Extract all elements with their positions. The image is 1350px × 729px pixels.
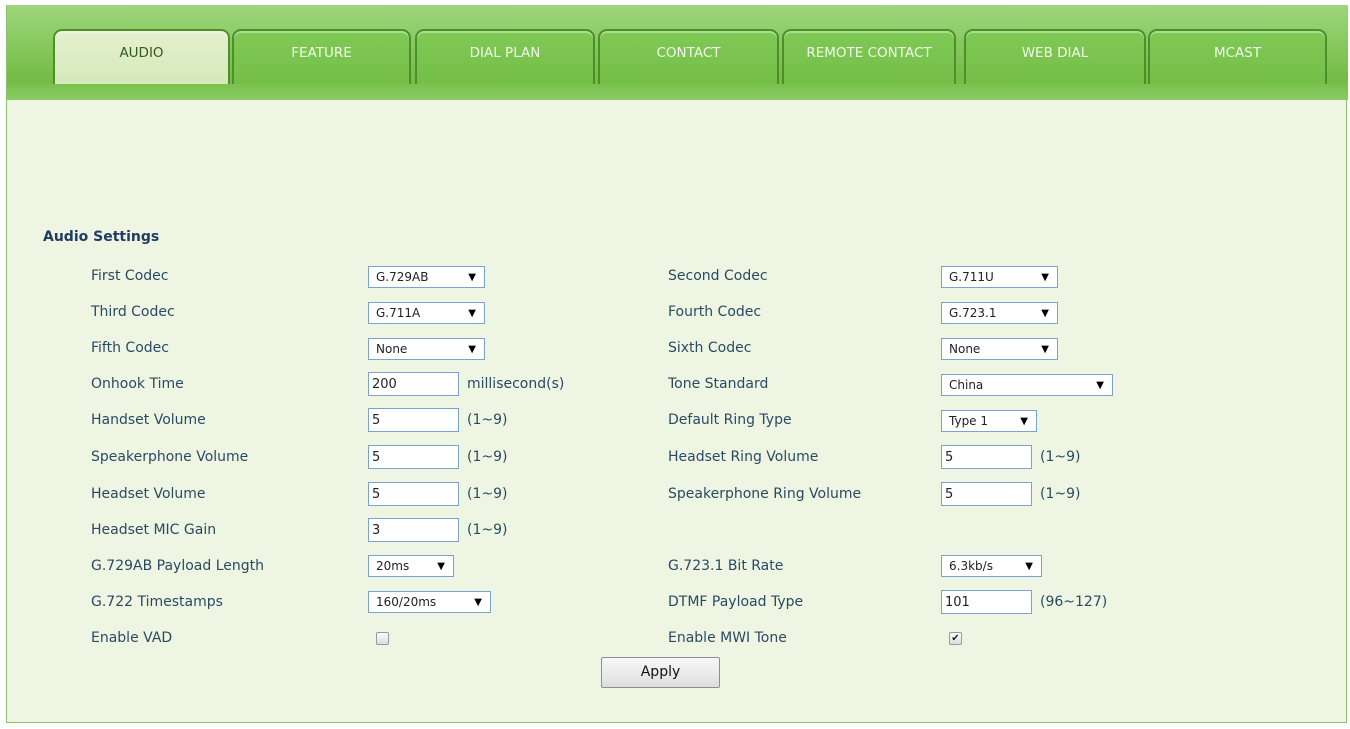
g722-timestamps-label: G.722 Timestamps	[91, 594, 223, 610]
second-codec-value: G.711U	[949, 270, 994, 284]
caret-down-icon: ▼	[1096, 380, 1104, 391]
headset-ring-volume-range: (1~9)	[1040, 449, 1081, 465]
default-ring-type-select[interactable]: Type 1 ▼	[941, 410, 1037, 432]
first-codec-value: G.729AB	[376, 270, 429, 284]
speakerphone-ring-volume-range: (1~9)	[1040, 486, 1081, 502]
fifth-codec-label: Fifth Codec	[91, 340, 169, 356]
headset-mic-gain-range: (1~9)	[467, 522, 508, 538]
tab-bar-strip	[7, 84, 1348, 100]
speakerphone-ring-volume-label: Speakerphone Ring Volume	[668, 486, 862, 502]
sixth-codec-label: Sixth Codec	[668, 340, 752, 356]
speakerphone-volume-label: Speakerphone Volume	[91, 449, 249, 465]
g722-timestamps-select[interactable]: 160/20ms ▼	[368, 591, 491, 613]
first-codec-select[interactable]: G.729AB ▼	[368, 266, 485, 288]
caret-down-icon: ▼	[1041, 344, 1049, 355]
g7231-bit-rate-label: G.723.1 Bit Rate	[668, 558, 784, 574]
tone-standard-label: Tone Standard	[668, 376, 769, 392]
tone-standard-select[interactable]: China ▼	[941, 374, 1113, 396]
headset-volume-range: (1~9)	[467, 486, 508, 502]
fourth-codec-value: G.723.1	[949, 306, 997, 320]
speakerphone-volume-range: (1~9)	[467, 449, 508, 465]
third-codec-label: Third Codec	[91, 304, 175, 320]
g729ab-payload-length-select[interactable]: 20ms ▼	[368, 555, 454, 577]
second-codec-label: Second Codec	[668, 268, 768, 284]
dtmf-payload-type-label: DTMF Payload Type	[668, 594, 804, 610]
enable-mwi-tone-label: Enable MWI Tone	[668, 630, 787, 646]
caret-down-icon: ▼	[1025, 561, 1033, 572]
headset-ring-volume-label: Headset Ring Volume	[668, 449, 819, 465]
section-title: Audio Settings	[43, 229, 160, 245]
handset-volume-label: Handset Volume	[91, 412, 206, 428]
tab-remote-contact[interactable]: REMOTE CONTACT	[782, 29, 956, 84]
tab-dial-plan[interactable]: DIAL PLAN	[415, 29, 595, 84]
default-ring-type-value: Type 1	[949, 414, 989, 428]
headset-mic-gain-label: Headset MIC Gain	[91, 522, 217, 538]
first-codec-label: First Codec	[91, 268, 169, 284]
enable-mwi-tone-checkbox[interactable]: ✔	[949, 632, 962, 645]
caret-down-icon: ▼	[1041, 308, 1049, 319]
speakerphone-volume-input[interactable]	[368, 445, 459, 469]
onhook-time-input[interactable]	[368, 372, 459, 396]
fourth-codec-label: Fourth Codec	[668, 304, 762, 320]
caret-down-icon: ▼	[1020, 416, 1028, 427]
g722-timestamps-value: 160/20ms	[376, 595, 437, 609]
tab-contact[interactable]: CONTACT	[598, 29, 779, 84]
enable-vad-label: Enable VAD	[91, 630, 173, 646]
caret-down-icon: ▼	[437, 561, 445, 572]
g729ab-payload-length-value: 20ms	[376, 559, 410, 573]
default-ring-type-label: Default Ring Type	[668, 412, 792, 428]
handset-volume-input[interactable]	[368, 408, 459, 432]
tab-bar: AUDIO FEATURE DIAL PLAN CONTACT REMOTE C…	[7, 5, 1348, 100]
tab-feature[interactable]: FEATURE	[232, 29, 411, 84]
dtmf-payload-type-input[interactable]	[941, 590, 1032, 614]
dtmf-payload-type-range: (96~127)	[1040, 594, 1108, 610]
fifth-codec-select[interactable]: None ▼	[368, 338, 485, 360]
onhook-time-unit: millisecond(s)	[467, 376, 565, 392]
tab-web-dial[interactable]: WEB DIAL	[964, 29, 1146, 84]
third-codec-value: G.711A	[376, 306, 421, 320]
apply-button[interactable]: Apply	[601, 657, 720, 688]
caret-down-icon: ▼	[474, 597, 482, 608]
headset-mic-gain-input[interactable]	[368, 518, 459, 542]
caret-down-icon: ▼	[468, 344, 476, 355]
tone-standard-value: China	[949, 378, 984, 392]
settings-panel: AUDIO FEATURE DIAL PLAN CONTACT REMOTE C…	[6, 5, 1348, 723]
tab-audio[interactable]: AUDIO	[53, 29, 230, 84]
fourth-codec-select[interactable]: G.723.1 ▼	[941, 302, 1058, 324]
caret-down-icon: ▼	[1041, 272, 1049, 283]
tab-mcast[interactable]: MCAST	[1148, 29, 1327, 84]
headset-volume-label: Headset Volume	[91, 486, 206, 502]
sixth-codec-select[interactable]: None ▼	[941, 338, 1058, 360]
g7231-bit-rate-select[interactable]: 6.3kb/s ▼	[941, 555, 1042, 577]
enable-vad-checkbox[interactable]	[376, 632, 389, 645]
sixth-codec-value: None	[949, 342, 981, 356]
handset-volume-range: (1~9)	[467, 412, 508, 428]
second-codec-select[interactable]: G.711U ▼	[941, 266, 1058, 288]
g729ab-payload-length-label: G.729AB Payload Length	[91, 558, 264, 574]
headset-volume-input[interactable]	[368, 482, 459, 506]
third-codec-select[interactable]: G.711A ▼	[368, 302, 485, 324]
g7231-bit-rate-value: 6.3kb/s	[949, 559, 993, 573]
caret-down-icon: ▼	[468, 272, 476, 283]
headset-ring-volume-input[interactable]	[941, 445, 1032, 469]
caret-down-icon: ▼	[468, 308, 476, 319]
fifth-codec-value: None	[376, 342, 408, 356]
onhook-time-label: Onhook Time	[91, 376, 184, 392]
speakerphone-ring-volume-input[interactable]	[941, 482, 1032, 506]
